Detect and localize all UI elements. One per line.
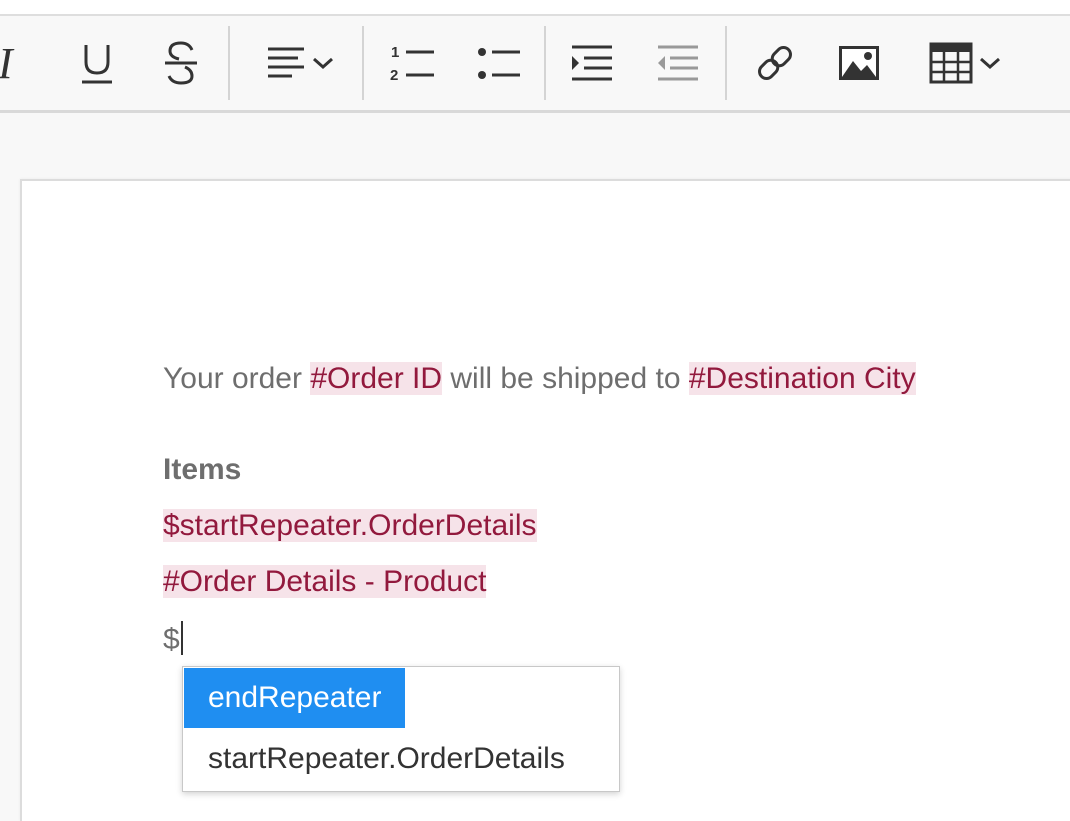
chevron-down-icon — [313, 57, 333, 70]
editor-toolbar: I 1 2 — [0, 16, 1070, 113]
numbered-list-icon: 1 2 — [390, 44, 434, 84]
strikethrough-icon — [165, 41, 197, 85]
chevron-down-icon — [980, 57, 1000, 70]
insert-link-button[interactable] — [746, 16, 804, 110]
merge-field-destination-city[interactable]: #Destination City — [688, 362, 916, 395]
order-sentence: Your order #Order ID will be shipped to … — [163, 362, 916, 396]
numbered-list-button[interactable]: 1 2 — [382, 16, 440, 110]
repeater-start-line: $startRepeater.OrderDetails — [163, 509, 537, 543]
typed-trigger-text: $ — [163, 623, 180, 656]
typing-line[interactable]: $ — [163, 621, 183, 657]
table-icon — [929, 42, 973, 84]
autocomplete-popup: endRepeater startRepeater.OrderDetails — [182, 666, 620, 792]
insert-table-dropdown-button[interactable] — [914, 16, 1018, 110]
bulleted-list-icon — [478, 48, 520, 79]
svg-text:2: 2 — [390, 67, 398, 84]
insert-image-button[interactable] — [832, 16, 886, 110]
bulleted-list-button[interactable] — [468, 16, 526, 110]
order-details-line: #Order Details - Product — [163, 565, 487, 599]
strikethrough-button[interactable] — [154, 16, 208, 110]
underline-icon — [82, 45, 112, 84]
autocomplete-option-start-repeater[interactable]: startRepeater.OrderDetails — [184, 729, 589, 789]
indent-button[interactable] — [562, 16, 620, 110]
autocomplete-option-end-repeater[interactable]: endRepeater — [184, 668, 406, 728]
window-top-edge — [0, 0, 1070, 16]
merge-field-order-details-product[interactable]: #Order Details - Product — [163, 565, 487, 598]
merge-field-start-repeater[interactable]: $startRepeater.OrderDetails — [163, 509, 537, 542]
align-icon — [268, 47, 304, 78]
toolbar-separator — [228, 26, 230, 100]
outdent-icon — [658, 45, 698, 81]
link-icon — [758, 46, 792, 80]
image-icon — [839, 46, 879, 80]
toolbar-separator — [544, 26, 546, 100]
toolbar-separator — [362, 26, 364, 100]
svg-text:1: 1 — [391, 44, 399, 61]
toolbar-separator — [725, 26, 727, 100]
items-heading: Items — [163, 453, 242, 486]
italic-button[interactable]: I — [0, 16, 30, 110]
italic-glyph: I — [0, 39, 15, 88]
text-caret — [180, 621, 183, 655]
sentence-text: will be shipped to — [442, 362, 689, 395]
italic-icon: I — [0, 39, 15, 88]
outdent-button[interactable] — [648, 16, 706, 110]
sentence-text: Your order — [163, 362, 311, 395]
align-dropdown-button[interactable] — [250, 16, 350, 110]
merge-field-order-id[interactable]: #Order ID — [310, 362, 443, 395]
underline-button[interactable] — [70, 16, 124, 110]
indent-icon — [572, 45, 612, 81]
